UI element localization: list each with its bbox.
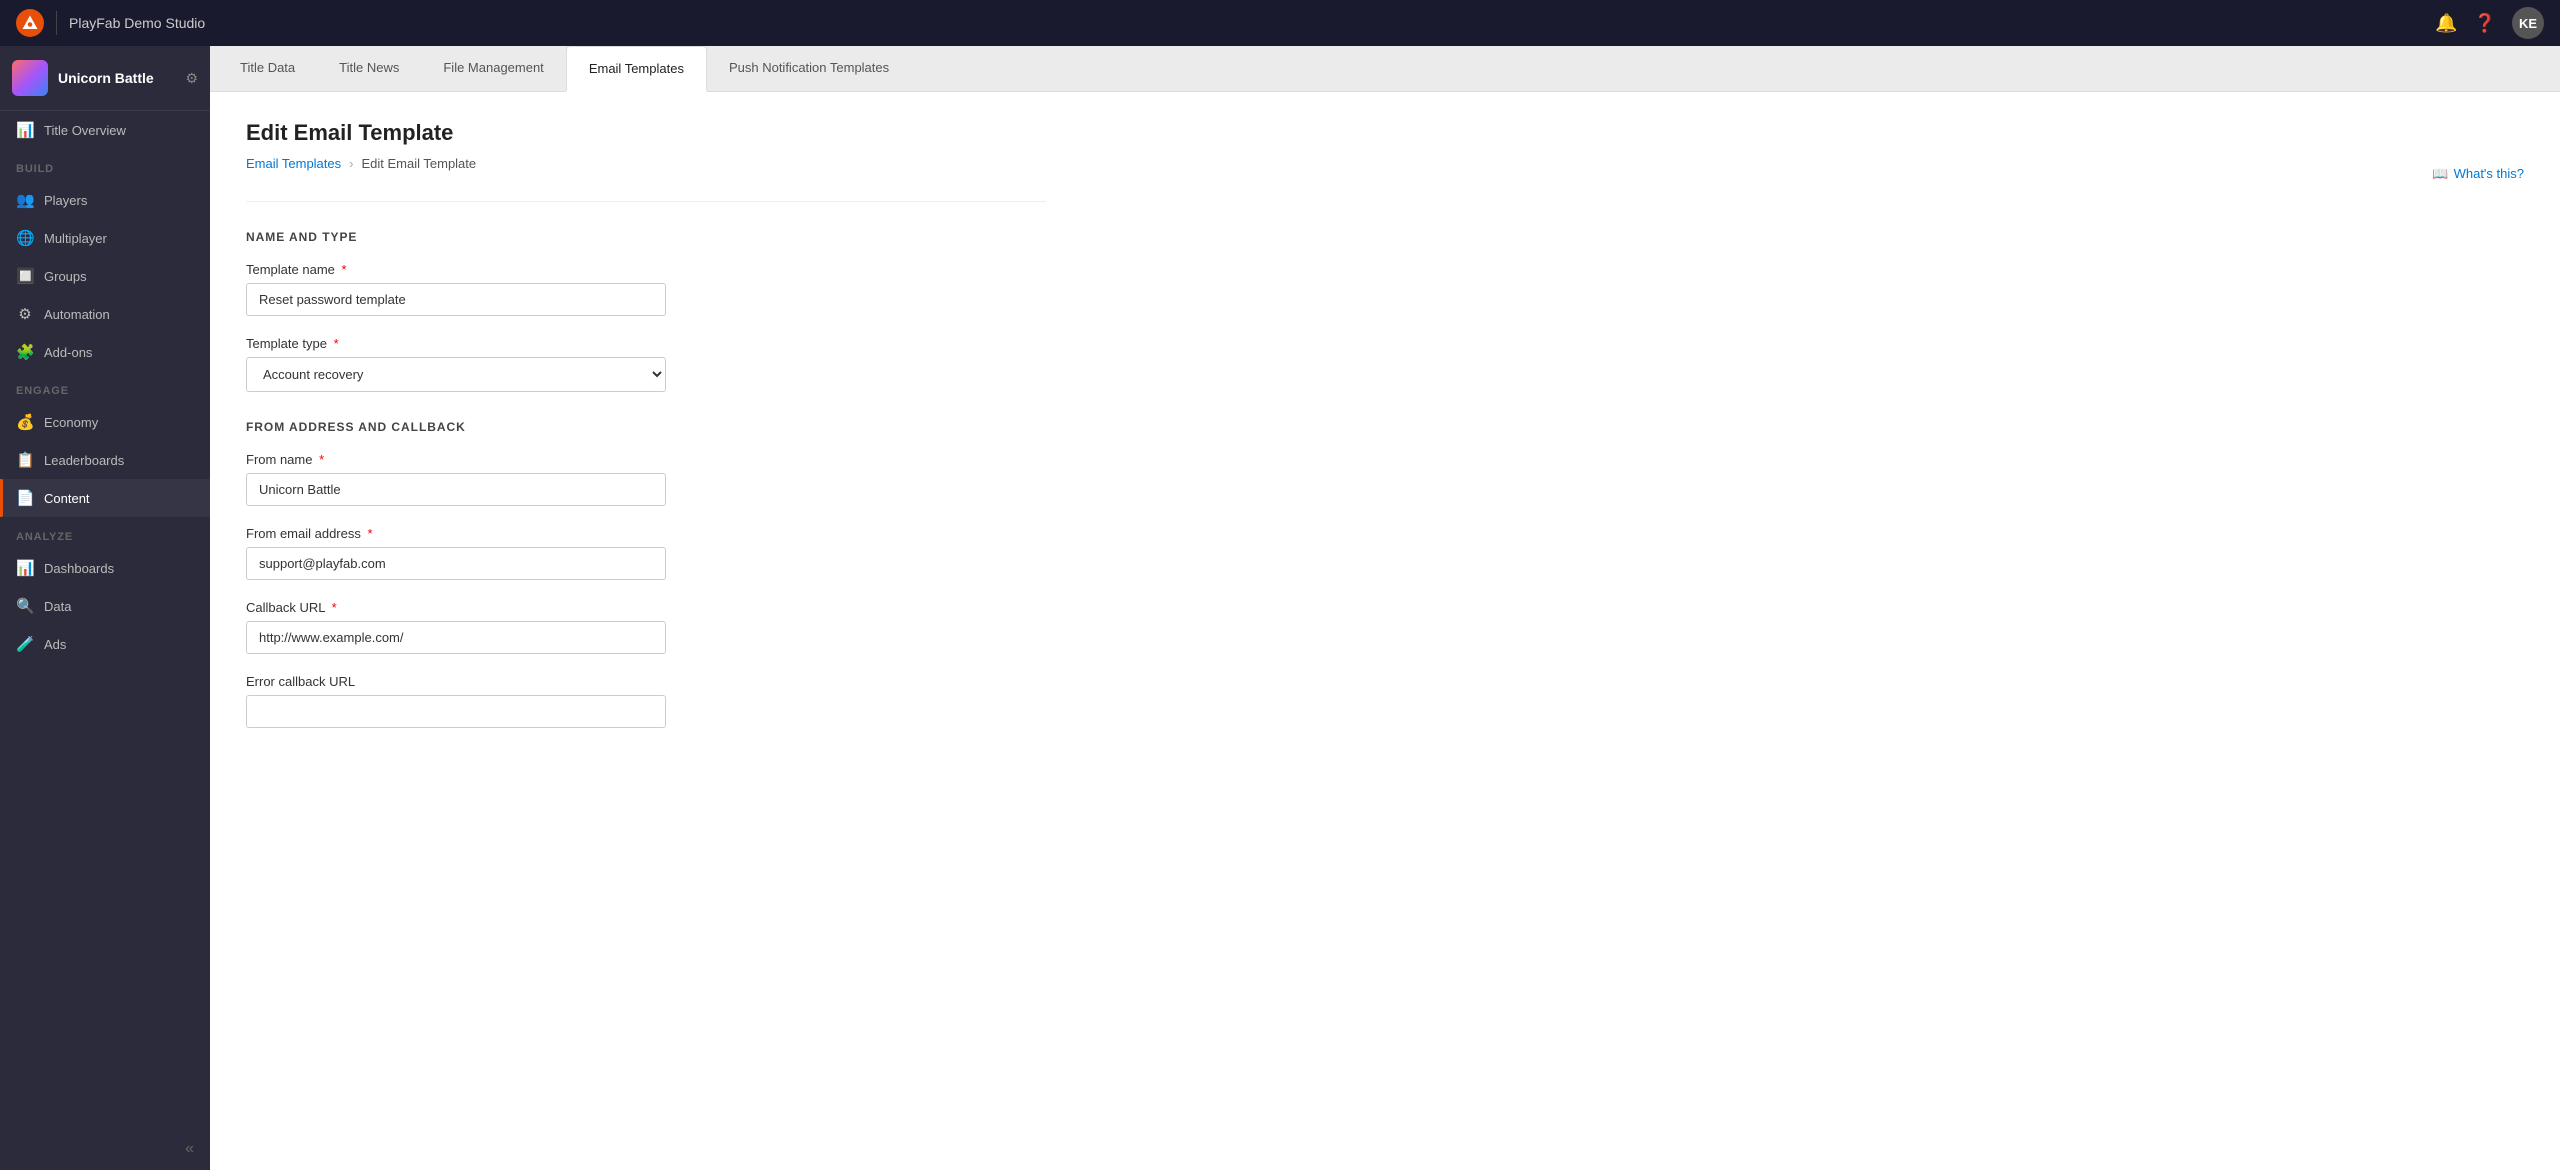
topbar: PlayFab Demo Studio 🔔 ❓ KE bbox=[0, 0, 2560, 46]
breadcrumb-row: Email Templates › Edit Email Template 📖 … bbox=[246, 156, 2524, 191]
sidebar-item-label: Add-ons bbox=[44, 345, 92, 360]
sidebar-item-multiplayer[interactable]: 🌐 Multiplayer bbox=[0, 219, 210, 257]
breadcrumb-link[interactable]: Email Templates bbox=[246, 156, 341, 171]
from-email-group: From email address * bbox=[246, 526, 666, 580]
game-name: Unicorn Battle bbox=[58, 70, 175, 86]
sidebar-header: Unicorn Battle ⚙ bbox=[0, 46, 210, 111]
sidebar-collapse-button[interactable]: « bbox=[185, 1140, 194, 1158]
template-type-select[interactable]: Account recovery Custom Password reset bbox=[246, 357, 666, 392]
sidebar-item-label: Automation bbox=[44, 307, 110, 322]
app-logo bbox=[16, 9, 44, 37]
sidebar-item-label: Economy bbox=[44, 415, 98, 430]
required-star: * bbox=[342, 262, 347, 277]
required-star-2: * bbox=[334, 336, 339, 351]
callback-url-label: Callback URL * bbox=[246, 600, 666, 615]
dashboards-icon: 📊 bbox=[16, 559, 34, 577]
sidebar-item-addons[interactable]: 🧩 Add-ons bbox=[0, 333, 210, 371]
ads-icon: 🧪 bbox=[16, 635, 34, 653]
main-layout: Unicorn Battle ⚙ 📊 Title Overview BUILD … bbox=[0, 46, 2560, 1170]
error-callback-label: Error callback URL bbox=[246, 674, 666, 689]
sidebar-item-players[interactable]: 👥 Players bbox=[0, 181, 210, 219]
template-name-input[interactable] bbox=[246, 283, 666, 316]
tab-title-data[interactable]: Title Data bbox=[218, 46, 317, 91]
sidebar-item-label: Multiplayer bbox=[44, 231, 107, 246]
section-name-type-title: NAME AND TYPE bbox=[246, 230, 2524, 244]
sidebar-item-label: Content bbox=[44, 491, 90, 506]
players-icon: 👥 bbox=[16, 191, 34, 209]
engage-section-label: ENGAGE bbox=[0, 371, 210, 403]
help-icon[interactable]: ❓ bbox=[2474, 13, 2496, 34]
economy-icon: 💰 bbox=[16, 413, 34, 431]
sidebar-item-automation[interactable]: ⚙ Automation bbox=[0, 295, 210, 333]
tab-title-news[interactable]: Title News bbox=[317, 46, 421, 91]
user-avatar[interactable]: KE bbox=[2512, 7, 2544, 39]
sidebar-item-label: Title Overview bbox=[44, 123, 126, 138]
sidebar: Unicorn Battle ⚙ 📊 Title Overview BUILD … bbox=[0, 46, 210, 1170]
sidebar-item-dashboards[interactable]: 📊 Dashboards bbox=[0, 549, 210, 587]
multiplayer-icon: 🌐 bbox=[16, 229, 34, 247]
template-name-group: Template name * bbox=[246, 262, 666, 316]
from-name-label: From name * bbox=[246, 452, 666, 467]
data-icon: 🔍 bbox=[16, 597, 34, 615]
sidebar-item-economy[interactable]: 💰 Economy bbox=[0, 403, 210, 441]
callback-url-group: Callback URL * bbox=[246, 600, 666, 654]
sidebar-item-leaderboards[interactable]: 📋 Leaderboards bbox=[0, 441, 210, 479]
analyze-section-label: ANALYZE bbox=[0, 517, 210, 549]
overview-icon: 📊 bbox=[16, 121, 34, 139]
from-name-group: From name * bbox=[246, 452, 666, 506]
sidebar-bottom: « bbox=[0, 1128, 210, 1170]
tab-email-templates[interactable]: Email Templates bbox=[566, 46, 707, 92]
whats-this-button[interactable]: 📖 What's this? bbox=[2432, 166, 2524, 182]
sidebar-item-content[interactable]: 📄 Content bbox=[0, 479, 210, 517]
sidebar-item-ads[interactable]: 🧪 Ads bbox=[0, 625, 210, 663]
tab-file-management[interactable]: File Management bbox=[421, 46, 565, 91]
sidebar-item-label: Data bbox=[44, 599, 71, 614]
from-name-input[interactable] bbox=[246, 473, 666, 506]
tabs-bar: Title Data Title News File Management Em… bbox=[210, 46, 2560, 92]
build-section-label: BUILD bbox=[0, 149, 210, 181]
from-email-input[interactable] bbox=[246, 547, 666, 580]
page-content: Edit Email Template Email Templates › Ed… bbox=[210, 92, 2560, 1170]
breadcrumb-separator: › bbox=[349, 156, 353, 171]
topbar-divider bbox=[56, 11, 57, 35]
topbar-right: 🔔 ❓ KE bbox=[2435, 7, 2544, 39]
automation-icon: ⚙ bbox=[16, 305, 34, 323]
sidebar-item-label: Leaderboards bbox=[44, 453, 124, 468]
error-callback-input[interactable] bbox=[246, 695, 666, 728]
leaderboards-icon: 📋 bbox=[16, 451, 34, 469]
groups-icon: 🔲 bbox=[16, 267, 34, 285]
breadcrumb-current: Edit Email Template bbox=[361, 156, 476, 171]
template-name-label: Template name * bbox=[246, 262, 666, 277]
content-area: Title Data Title News File Management Em… bbox=[210, 46, 2560, 1170]
sidebar-item-data[interactable]: 🔍 Data bbox=[0, 587, 210, 625]
sidebar-item-label: Players bbox=[44, 193, 87, 208]
from-email-label: From email address * bbox=[246, 526, 666, 541]
notifications-icon[interactable]: 🔔 bbox=[2435, 13, 2457, 34]
required-star-4: * bbox=[368, 526, 373, 541]
breadcrumb: Email Templates › Edit Email Template bbox=[246, 156, 476, 171]
book-icon: 📖 bbox=[2432, 166, 2448, 182]
sidebar-item-groups[interactable]: 🔲 Groups bbox=[0, 257, 210, 295]
callback-url-input[interactable] bbox=[246, 621, 666, 654]
sidebar-item-label: Groups bbox=[44, 269, 87, 284]
sidebar-item-label: Ads bbox=[44, 637, 66, 652]
required-star-5: * bbox=[332, 600, 337, 615]
settings-icon[interactable]: ⚙ bbox=[185, 70, 198, 87]
game-icon bbox=[12, 60, 48, 96]
tab-push-notifications[interactable]: Push Notification Templates bbox=[707, 46, 911, 91]
sidebar-item-title-overview[interactable]: 📊 Title Overview bbox=[0, 111, 210, 149]
required-star-3: * bbox=[319, 452, 324, 467]
content-icon: 📄 bbox=[16, 489, 34, 507]
addons-icon: 🧩 bbox=[16, 343, 34, 361]
section-from-address-title: FROM ADDRESS AND CALLBACK bbox=[246, 420, 2524, 434]
template-type-group: Template type * Account recovery Custom … bbox=[246, 336, 666, 392]
app-name: PlayFab Demo Studio bbox=[69, 15, 205, 31]
template-type-label: Template type * bbox=[246, 336, 666, 351]
section-divider bbox=[246, 201, 1046, 202]
page-title: Edit Email Template bbox=[246, 120, 2524, 146]
sidebar-item-label: Dashboards bbox=[44, 561, 114, 576]
error-callback-group: Error callback URL bbox=[246, 674, 666, 728]
